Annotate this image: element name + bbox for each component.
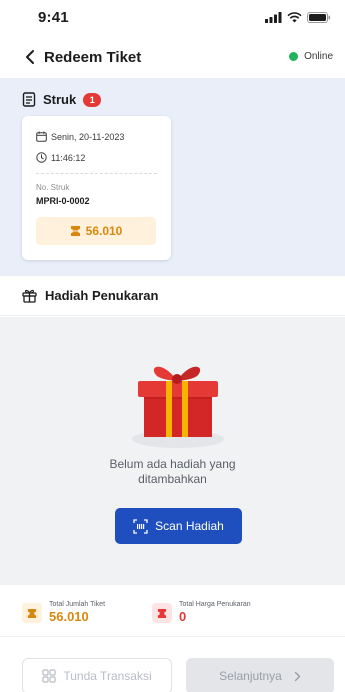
hadiah-title: Hadiah Penukaran — [45, 288, 159, 303]
chevron-right-icon — [294, 671, 301, 681]
system-icons — [265, 12, 331, 23]
struk-header: Struk 1 — [22, 92, 102, 107]
total-ticket-summary: Total Jumlah Tiket 56.010 — [22, 601, 105, 624]
struk-number: MPRI-0-0002 — [36, 196, 90, 206]
ticket-icon — [70, 226, 80, 236]
scan-icon — [133, 518, 148, 534]
empty-message-line2: ditambahkan — [138, 472, 207, 486]
clock-icon — [36, 152, 47, 163]
struk-section: Struk 1 Senin, 20-11-2023 11:46:12 No. S… — [0, 78, 345, 276]
app-header: Redeem Tiket Online — [0, 36, 345, 78]
struk-label: Struk — [43, 92, 77, 107]
tunda-transaksi-label: Tunda Transaksi — [63, 669, 152, 683]
battery-icon — [307, 12, 331, 23]
status-label: Online — [304, 51, 333, 62]
struk-time: 11:46:12 — [51, 152, 86, 163]
struk-date-row: Senin, 20-11-2023 — [36, 131, 124, 142]
gift-illustration-icon — [132, 366, 224, 448]
back-button[interactable] — [20, 46, 40, 68]
status-bar: 9:41 — [0, 0, 345, 36]
struk-card[interactable]: Senin, 20-11-2023 11:46:12 No. Struk MPR… — [22, 116, 171, 260]
struk-ticket-amount: 56.010 — [36, 217, 156, 245]
total-ticket-label: Total Jumlah Tiket — [49, 601, 106, 608]
struk-count-badge: 1 — [83, 92, 102, 107]
empty-message-line1: Belum ada hadiah yang — [109, 457, 236, 471]
online-dot-icon — [289, 52, 299, 61]
footer-actions: Tunda Transaksi Selanjutnya — [0, 636, 345, 692]
transaction-summary: Total Jumlah Tiket 56.010 Total Harga Pe… — [0, 586, 345, 636]
struk-time-row: 11:46:12 — [36, 152, 85, 163]
total-ticket-value: 56.010 — [49, 609, 89, 624]
struk-number-label: No. Struk — [36, 183, 70, 192]
page-title: Redeem Tiket — [44, 49, 142, 66]
chevron-left-icon — [26, 50, 34, 64]
struk-date: Senin, 20-11-2023 — [51, 131, 125, 142]
total-price-label: Total Harga Penukaran — [179, 601, 251, 608]
status-time: 9:41 — [38, 9, 69, 26]
empty-message: Belum ada hadiah yang ditambahkan — [0, 457, 345, 487]
calendar-icon — [36, 131, 47, 142]
hadiah-header: Hadiah Penukaran — [0, 276, 345, 316]
grid-icon — [42, 669, 56, 683]
tunda-transaksi-button[interactable]: Tunda Transaksi — [22, 658, 172, 692]
scan-hadiah-label: Scan Hadiah — [155, 519, 224, 533]
scan-hadiah-button[interactable]: Scan Hadiah — [115, 508, 242, 544]
connection-status: Online — [289, 51, 333, 62]
struk-ticket-value: 56.010 — [85, 224, 123, 238]
total-price-summary: Total Harga Penukaran 0 — [152, 601, 251, 624]
receipt-icon — [22, 92, 36, 107]
card-divider — [36, 173, 157, 174]
total-price-value: 0 — [179, 609, 187, 624]
price-summary-icon — [152, 603, 172, 623]
gift-icon — [22, 289, 37, 303]
ticket-summary-icon — [22, 603, 42, 623]
selanjutnya-button[interactable]: Selanjutnya — [186, 658, 334, 692]
selanjutnya-label: Selanjutnya — [219, 669, 282, 683]
hadiah-empty-state: Belum ada hadiah yang ditambahkan Scan H… — [0, 317, 345, 585]
signal-icon — [265, 12, 282, 23]
wifi-icon — [287, 12, 302, 23]
